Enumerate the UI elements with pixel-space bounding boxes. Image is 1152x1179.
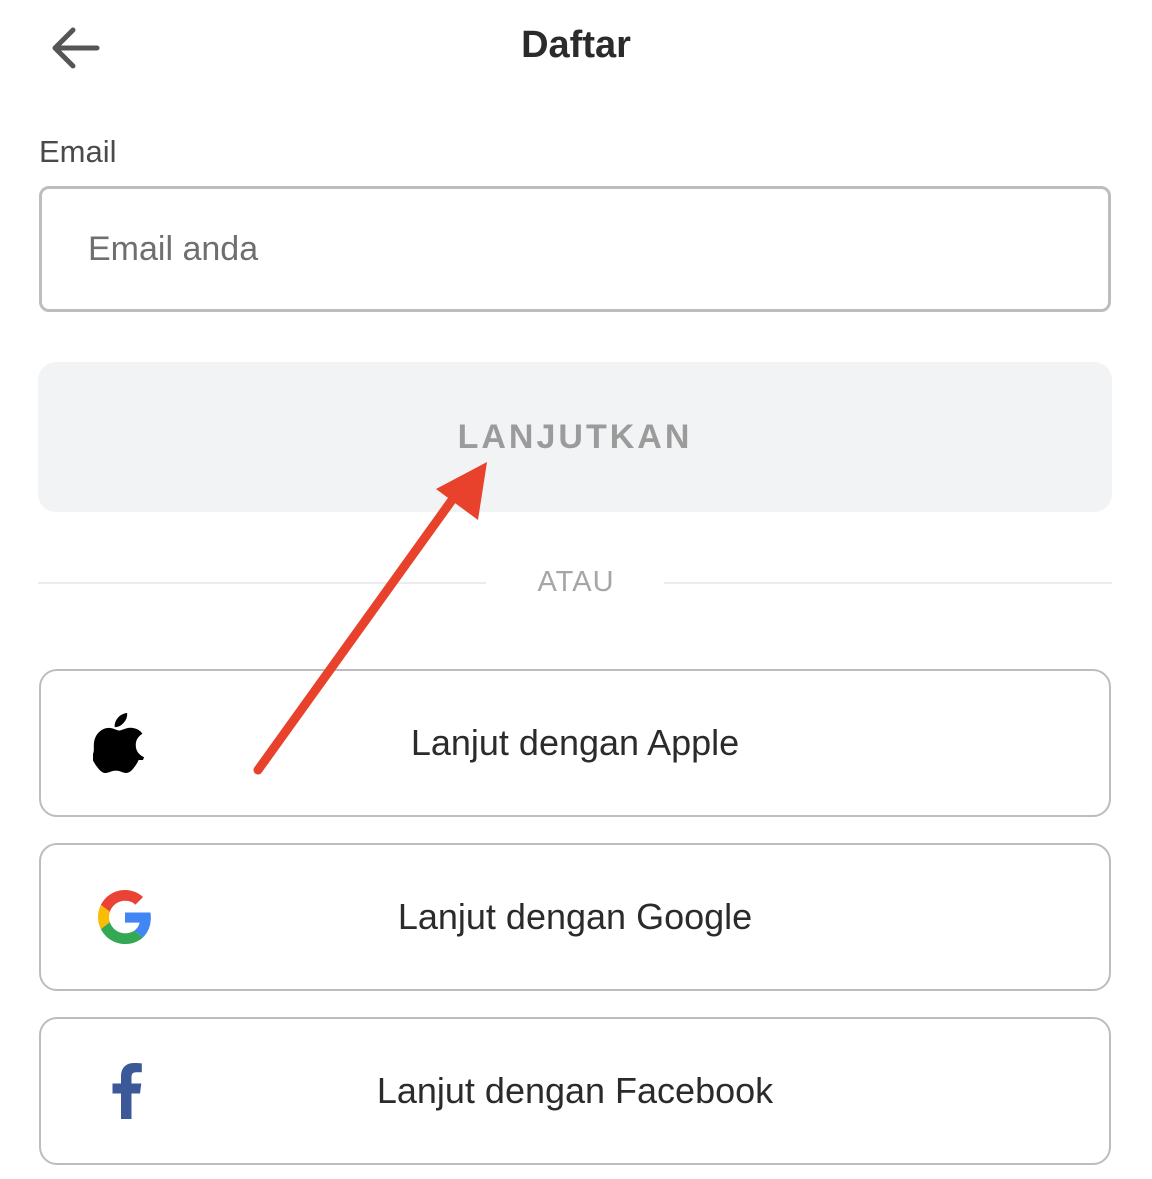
apple-button-label: Lanjut dengan Apple	[410, 722, 740, 763]
email-input[interactable]	[39, 186, 1111, 312]
top-bar: Daftar	[0, 0, 1152, 100]
continue-with-apple-button[interactable]: Lanjut dengan Apple	[39, 669, 1111, 817]
continue-button-label: LANJUTKAN	[457, 417, 693, 456]
facebook-button-label: Lanjut dengan Facebook	[376, 1070, 774, 1111]
email-label: Email	[39, 134, 117, 169]
google-button-label: Lanjut dengan Google	[397, 896, 753, 937]
continue-with-facebook-button[interactable]: Lanjut dengan Facebook	[39, 1017, 1111, 1165]
page-title: Daftar	[521, 24, 631, 66]
divider-line-right	[664, 582, 1112, 584]
continue-with-google-button[interactable]: Lanjut dengan Google	[39, 843, 1111, 991]
continue-button[interactable]: LANJUTKAN	[38, 362, 1112, 512]
